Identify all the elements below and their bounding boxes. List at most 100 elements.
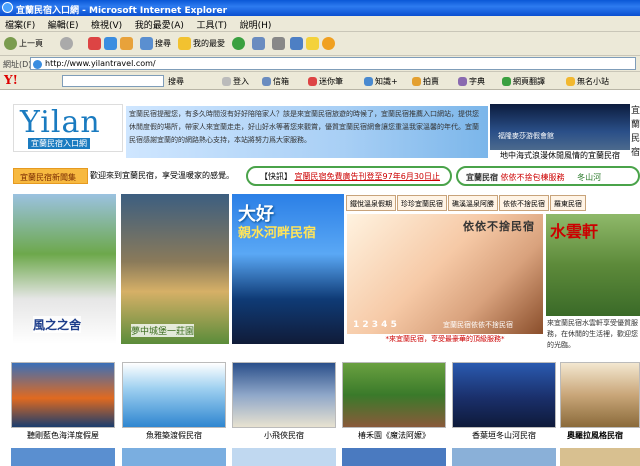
tab-jiaoxi[interactable]: 礁溪溫泉阿勝 <box>448 195 498 211</box>
mail-icon <box>252 37 265 50</box>
stop-icon <box>88 37 101 50</box>
bnb-tabs: 鐵悅溫泉假期 珍珍宜蘭民宿 礁溪溫泉阿勝 依依不捨民宿 羅東民宿 <box>346 195 640 211</box>
forward-button[interactable] <box>60 37 73 50</box>
edit-icon <box>290 37 303 50</box>
search-button[interactable]: 搜尋 <box>140 37 171 50</box>
forward-arrow-icon <box>60 37 73 50</box>
menu-bar: 檔案(F) 編輯(E) 檢視(V) 我的最愛(A) 工具(T) 說明(H) <box>0 16 640 32</box>
thumb-partial[interactable] <box>560 448 640 466</box>
edit-button[interactable] <box>290 37 303 50</box>
yahoo-minipen[interactable]: 迷你筆 <box>308 76 343 87</box>
thumb-partial[interactable] <box>11 448 115 466</box>
window-title: 宜蘭民宿入口網 - Microsoft Internet Explorer <box>16 6 228 16</box>
address-bar: 網址(D) http://www.yilantravel.com/ <box>0 56 640 72</box>
media-icon <box>232 37 245 50</box>
tab-hot-spring[interactable]: 鐵悅溫泉假期 <box>346 195 396 211</box>
thumb-caption[interactable]: 椿禾園《魔法阿嬤》 <box>339 430 449 441</box>
yahoo-logo[interactable]: Y! <box>4 73 18 87</box>
menu-edit[interactable]: 編輯(E) <box>48 18 79 31</box>
wretch-icon <box>566 77 575 86</box>
thumb-partial[interactable] <box>232 448 336 466</box>
menu-file[interactable]: 檔案(F) <box>5 18 35 31</box>
smiley-icon <box>322 37 335 50</box>
auction-icon <box>412 77 421 86</box>
intro-text: 宜蘭民宿提醒您，有多久時間沒有好好陪陪家人？該是來宜蘭民宿旅遊的時候了，宜蘭民宿… <box>126 106 488 158</box>
mail-button[interactable] <box>252 37 265 50</box>
banner-riverside[interactable]: 大好 親水河畔民宿 <box>232 194 344 344</box>
print-icon <box>272 37 285 50</box>
menu-favorites[interactable]: 我的最愛(A) <box>135 18 184 31</box>
search-icon <box>140 37 153 50</box>
print-button[interactable] <box>272 37 285 50</box>
thumb-partial[interactable] <box>342 448 446 466</box>
standard-toolbar: 上一頁 搜尋 我的最愛 <box>0 32 640 56</box>
translate-icon <box>502 77 511 86</box>
back-button[interactable]: 上一頁 <box>4 37 43 50</box>
window-titlebar: 宜蘭民宿入口網 - Microsoft Internet Explorer <box>0 0 640 16</box>
tab-yiyi[interactable]: 依依不捨民宿 <box>499 195 549 211</box>
web-page: Yilan 宜蘭民宿入口網 宜蘭民宿提醒您，有多久時間沒有好好陪陪家人？該是來宜… <box>0 90 640 466</box>
yahoo-login[interactable]: 登入 <box>222 76 249 87</box>
address-input[interactable]: http://www.yilantravel.com/ <box>30 57 636 70</box>
thumb-caption[interactable]: 香葉垣冬山河民宿 <box>449 430 559 441</box>
yahoo-search-button[interactable]: 搜尋 <box>168 76 184 87</box>
yahoo-search-input[interactable] <box>62 75 164 87</box>
dictionary-icon <box>458 77 467 86</box>
yahoo-mail[interactable]: 信箱 <box>262 76 289 87</box>
yahoo-translate[interactable]: 網頁翻譯 <box>502 76 545 87</box>
thumb-caption[interactable]: 聽剛藍色海洋度假屋 <box>8 430 118 441</box>
thumb-partial[interactable] <box>452 448 556 466</box>
thumb-aurora[interactable] <box>560 362 640 428</box>
banner-yiyi[interactable]: 依依不捨民宿 1 2 3 4 5 宜蘭民宿依依不捨民宿 <box>347 214 543 334</box>
site-logo[interactable]: Yilan 宜蘭民宿入口網 <box>13 104 123 152</box>
tab-zhenzhen[interactable]: 珍珍宜蘭民宿 <box>397 195 447 211</box>
banner-garden[interactable]: 風之之舍 <box>13 194 116 344</box>
banner-castle[interactable]: 夢中城堡一莊園 <box>121 194 229 344</box>
yahoo-auction[interactable]: 拍賣 <box>412 76 439 87</box>
home-button[interactable] <box>120 37 133 50</box>
featured-hotel-photo[interactable]: 福隆麥莎游假會館 <box>490 104 630 150</box>
address-label: 網址(D) <box>3 60 32 69</box>
menu-tools[interactable]: 工具(T) <box>196 18 227 31</box>
stop-button[interactable] <box>88 37 101 50</box>
thumb-chunheyuan[interactable] <box>342 362 446 428</box>
favorites-button[interactable]: 我的最愛 <box>178 37 225 50</box>
thumb-fish[interactable] <box>122 362 226 428</box>
smiley-button[interactable] <box>322 37 335 50</box>
news-ticker: 歡迎來到宜蘭民宿，享受溫暖家的感覺。 <box>90 171 234 180</box>
address-url: http://www.yilantravel.com/ <box>45 59 156 68</box>
yahoo-knowledge[interactable]: 知識+ <box>364 76 398 87</box>
page-icon <box>33 60 42 69</box>
messenger-icon <box>306 37 319 50</box>
minipen-icon <box>308 77 317 86</box>
refresh-button[interactable] <box>104 37 117 50</box>
media-button[interactable] <box>232 37 245 50</box>
menu-help[interactable]: 說明(H) <box>240 18 272 31</box>
thumb-ocean-house[interactable] <box>11 362 115 428</box>
yahoo-dictionary[interactable]: 字典 <box>458 76 485 87</box>
back-arrow-icon <box>4 37 17 50</box>
thumb-partial[interactable] <box>122 448 226 466</box>
banner-shuiyunxuan-text: 來宜蘭民宿水雲軒享受優質服務，在休閒的生活裡，歡迎您的光臨。 <box>547 319 638 349</box>
flash-news-2[interactable]: 宜蘭民宿 依依不捨包棟服務 冬山河 <box>456 166 640 186</box>
tab-luodong[interactable]: 羅東民宿 <box>550 195 586 211</box>
messenger-button[interactable] <box>306 37 319 50</box>
thumb-dongshan[interactable] <box>452 362 556 428</box>
yahoo-toolbar: Y! 搜尋 登入 信箱 迷你筆 知識+ 拍賣 字典 網頁翻譯 無名小站 <box>0 72 640 90</box>
news-label: 宜蘭民宿新聞集 <box>13 168 88 184</box>
thumb-peter-pan[interactable] <box>232 362 336 428</box>
featured-hotel-caption[interactable]: 地中海式浪漫休閒風情的宜蘭民宿 <box>490 150 630 161</box>
flash-news[interactable]: 【快訊】 宜蘭民宿免費廣告刊登至97年6月30日止 <box>246 166 452 186</box>
menu-view[interactable]: 檢視(V) <box>91 18 122 31</box>
knowledge-icon <box>364 77 373 86</box>
mail-icon <box>262 77 271 86</box>
login-icon <box>222 77 231 86</box>
thumb-caption[interactable]: 小飛俠民宿 <box>229 430 339 441</box>
flash-link[interactable]: 宜蘭民宿免費廣告刊登至97年6月30日止 <box>295 172 440 181</box>
thumb-caption[interactable]: 魚雅築渡假民宿 <box>119 430 229 441</box>
banner-shuiyunxuan[interactable]: 水雲軒 <box>546 214 640 316</box>
home-icon <box>120 37 133 50</box>
thumb-caption[interactable]: 奧羅拉風格民宿 <box>550 430 640 441</box>
yahoo-wretch[interactable]: 無名小站 <box>566 76 609 87</box>
pencil-icon[interactable] <box>36 75 49 88</box>
